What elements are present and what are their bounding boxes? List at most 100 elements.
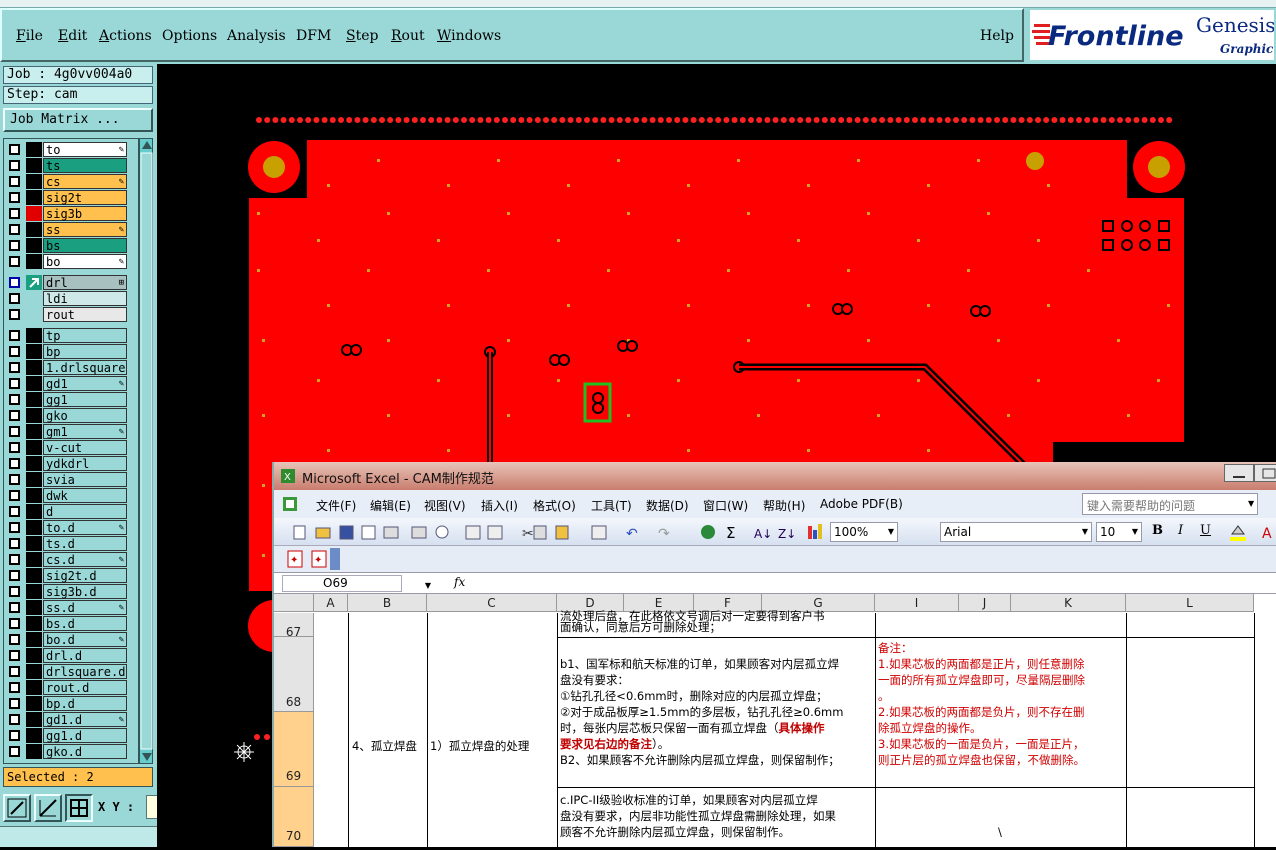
row-header-67[interactable]: 67 [274,613,314,639]
layer-checkbox[interactable] [9,277,20,288]
layer-name[interactable]: sig2t.d [43,568,127,583]
layer-checkbox[interactable] [9,176,20,187]
layer-color-swatch[interactable] [26,648,42,663]
layer-color-swatch[interactable] [26,536,42,551]
layer-checkbox[interactable] [9,378,20,389]
layer-row-cs[interactable]: cs ✎ [6,174,127,189]
layer-color-swatch[interactable] [26,328,42,343]
layer-color-swatch[interactable] [26,584,42,599]
layer-name[interactable]: gd1 ✎ [43,376,127,391]
layer-color-swatch[interactable] [26,520,42,535]
menu-analysis[interactable]: Analysis [227,28,286,44]
layer-name[interactable]: bp [43,344,127,359]
minimize-button[interactable] [1224,464,1254,482]
layer-checkbox[interactable] [9,538,20,549]
layer-name[interactable]: v-cut [43,440,127,455]
layer-name[interactable]: gg1.d [43,728,127,743]
layer-color-swatch[interactable] [26,728,42,743]
menu-step[interactable]: Step [346,28,378,44]
layer-color-swatch[interactable] [26,344,42,359]
layer-color-swatch[interactable] [26,616,42,631]
layer-name[interactable]: bp.d [43,696,127,711]
layer-checkbox[interactable] [9,458,20,469]
underline-button[interactable]: U [1200,523,1211,538]
spreadsheet-grid[interactable]: ABCDEFGIJKL 67 68 69 70 流处理后盘，在此格依文号调后对一… [274,594,1276,847]
layer-checkbox[interactable] [9,442,20,453]
column-header-c[interactable]: C [427,594,557,612]
layer-name[interactable]: gd1.d ✎ [43,712,127,727]
help-dropdown-icon[interactable]: ▼ [1248,499,1254,508]
layer-row-gg1.d[interactable]: gg1.d [6,728,127,743]
layer-checkbox[interactable] [9,474,20,485]
zoom-fit-button[interactable] [3,794,31,822]
formula-input[interactable] [470,574,1276,593]
layer-name[interactable]: ts [43,158,127,173]
font-name-select[interactable]: Arial ▼ [940,522,1092,542]
column-header-l[interactable]: L [1126,594,1254,612]
layer-checkbox[interactable] [9,362,20,373]
layer-color-swatch[interactable] [26,158,42,173]
column-header-k[interactable]: K [1011,594,1126,612]
layer-color-swatch[interactable] [26,424,42,439]
layer-name[interactable]: 1.drlsquare [43,360,127,375]
excel-menu-item[interactable]: 格式(O) [533,497,576,514]
layer-color-swatch[interactable] [26,456,42,471]
layer-row-gd1.d[interactable]: gd1.d ✎ [6,712,127,727]
layer-checkbox[interactable] [9,410,20,421]
column-header-j[interactable]: J [959,594,1011,612]
name-box[interactable]: O69 ▼ [282,575,431,592]
measure-button[interactable] [34,794,62,822]
font-size-select[interactable]: 10 ▼ [1096,522,1142,542]
italic-button[interactable]: I [1178,523,1183,538]
layer-row-ydkdrl[interactable]: ydkdrl [6,456,127,471]
layer-color-swatch[interactable] [26,664,42,679]
zoom-select[interactable]: 100% ▼ [830,522,898,542]
layer-name[interactable]: sig3b.d [43,584,127,599]
layer-color-swatch[interactable] [26,744,42,759]
layer-checkbox[interactable] [9,714,20,725]
layer-row-gd1[interactable]: gd1 ✎ [6,376,127,391]
layer-color-swatch[interactable] [26,568,42,583]
excel-menu-item[interactable]: 工具(T) [591,497,632,514]
layer-checkbox[interactable] [9,730,20,741]
layer-row-ldi[interactable]: ldi [6,291,127,306]
layer-row-bo.d[interactable]: bo.d ✎ [6,632,127,647]
layer-color-swatch[interactable] [26,680,42,695]
layer-color-swatch[interactable] [26,600,42,615]
menu-actions[interactable]: Actions [99,28,152,44]
excel-menu-item[interactable]: 编辑(E) [370,497,411,514]
layer-row-bs[interactable]: bs [6,238,127,253]
layer-name[interactable]: ldi [43,291,127,306]
layer-row-gg1[interactable]: gg1 [6,392,127,407]
layer-checkbox[interactable] [9,208,20,219]
layer-checkbox[interactable] [9,144,20,155]
layer-name[interactable]: ydkdrl [43,456,127,471]
layer-checkbox[interactable] [9,160,20,171]
layer-row-ss[interactable]: ss ✎ [6,222,127,237]
menu-file[interactable]: File [16,28,43,44]
layer-color-swatch[interactable] [26,291,42,306]
excel-menu-item[interactable]: 视图(V) [424,497,466,514]
layer-name[interactable]: drl.d [43,648,127,663]
excel-menu-item[interactable]: 窗口(W) [703,497,748,514]
snap-grid-button[interactable] [65,794,93,822]
layer-color-swatch[interactable] [26,376,42,391]
layer-list-scrollbar[interactable] [139,138,153,764]
layer-color-swatch[interactable] [26,408,42,423]
layer-name[interactable]: drlsquare.d [43,664,127,679]
layer-checkbox[interactable] [9,682,20,693]
layer-color-swatch[interactable] [26,712,42,727]
layer-checkbox[interactable] [9,698,20,709]
layer-name[interactable]: gg1 [43,392,127,407]
menu-edit[interactable]: Edit [58,28,87,44]
layer-color-swatch[interactable] [26,552,42,567]
layer-name[interactable]: tp [43,328,127,343]
layer-row-gko[interactable]: gko [6,408,127,423]
layer-row-svia[interactable]: svia [6,472,127,487]
layer-name[interactable]: bo.d ✎ [43,632,127,647]
layer-name[interactable]: cs.d ✎ [43,552,127,567]
layer-color-swatch[interactable] [26,275,42,290]
layer-name[interactable]: gko.d [43,744,127,759]
layer-name[interactable]: bs [43,238,127,253]
layer-checkbox[interactable] [9,256,20,267]
